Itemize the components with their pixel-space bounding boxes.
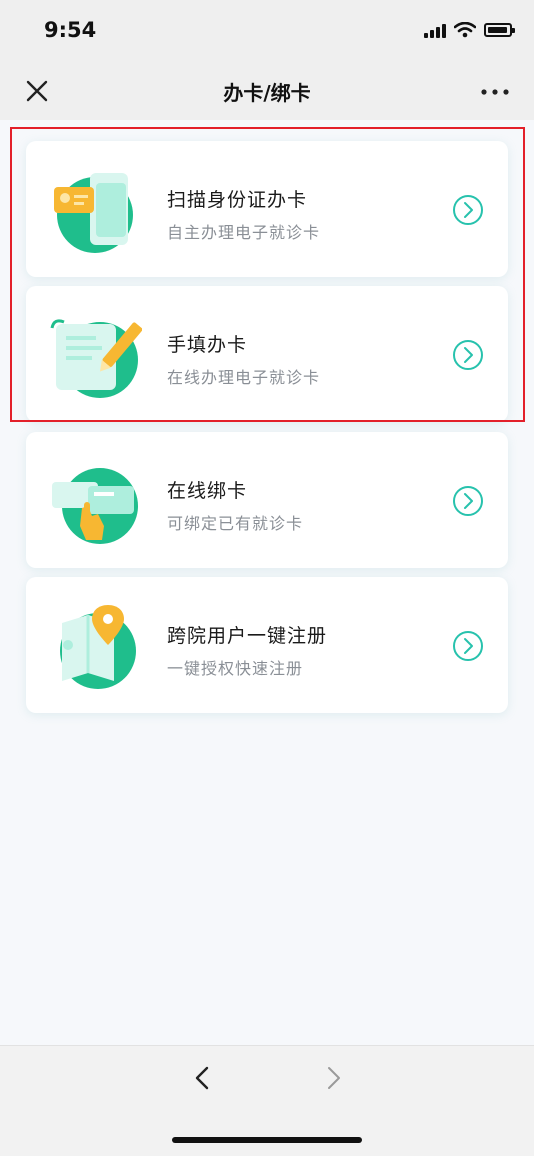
battery-icon [484, 23, 515, 37]
chevron-right-circle-icon[interactable] [452, 194, 484, 226]
card-subtitle: 自主办理电子就诊卡 [167, 223, 321, 242]
chevron-right-circle-icon[interactable] [452, 630, 484, 662]
card-list: 扫描身份证办卡 自主办理电子就诊卡 手填办卡 在线办理电子就诊卡 在线绑卡 可绑… [0, 120, 534, 1045]
forward-arrow-icon[interactable] [318, 1062, 348, 1094]
status-bar: 9:54 [0, 0, 534, 62]
card-title: 手填办卡 [167, 334, 248, 356]
card-subtitle: 一键授权快速注册 [167, 659, 304, 678]
more-icon[interactable] [478, 76, 512, 106]
card-title: 跨院用户一键注册 [167, 625, 328, 647]
card-title: 扫描身份证办卡 [167, 189, 308, 211]
cross-hospital-register-icon [60, 605, 136, 689]
card-subtitle: 在线办理电子就诊卡 [167, 368, 321, 387]
card-cross-hospital-register[interactable]: 跨院用户一键注册 一键授权快速注册 [26, 577, 508, 713]
card-scan-id[interactable]: 扫描身份证办卡 自主办理电子就诊卡 [26, 141, 508, 277]
chevron-right-circle-icon[interactable] [452, 339, 484, 371]
bottom-toolbar [0, 1045, 534, 1156]
wifi-icon [454, 22, 476, 38]
nav-bar: 办卡/绑卡 [0, 62, 534, 120]
id-card-scan-icon [54, 173, 133, 253]
chevron-right-circle-icon[interactable] [452, 485, 484, 517]
bind-card-icon [52, 468, 138, 544]
page-title: 办卡/绑卡 [223, 81, 311, 105]
back-arrow-icon[interactable] [188, 1062, 218, 1094]
card-subtitle: 可绑定已有就诊卡 [167, 514, 304, 533]
signal-icon [424, 22, 446, 38]
card-title: 在线绑卡 [167, 480, 248, 502]
screen: 9:54 办卡/绑卡 扫描身份证办卡 自主办理电子就诊卡 手填办卡 在线办理电子… [0, 0, 534, 1156]
status-time: 9:54 [44, 18, 97, 42]
card-manual-fill[interactable]: 手填办卡 在线办理电子就诊卡 [26, 286, 508, 422]
home-indicator [172, 1137, 362, 1143]
manual-fill-icon [50, 319, 142, 398]
status-icons [424, 22, 515, 38]
card-bind-online[interactable]: 在线绑卡 可绑定已有就诊卡 [26, 432, 508, 568]
